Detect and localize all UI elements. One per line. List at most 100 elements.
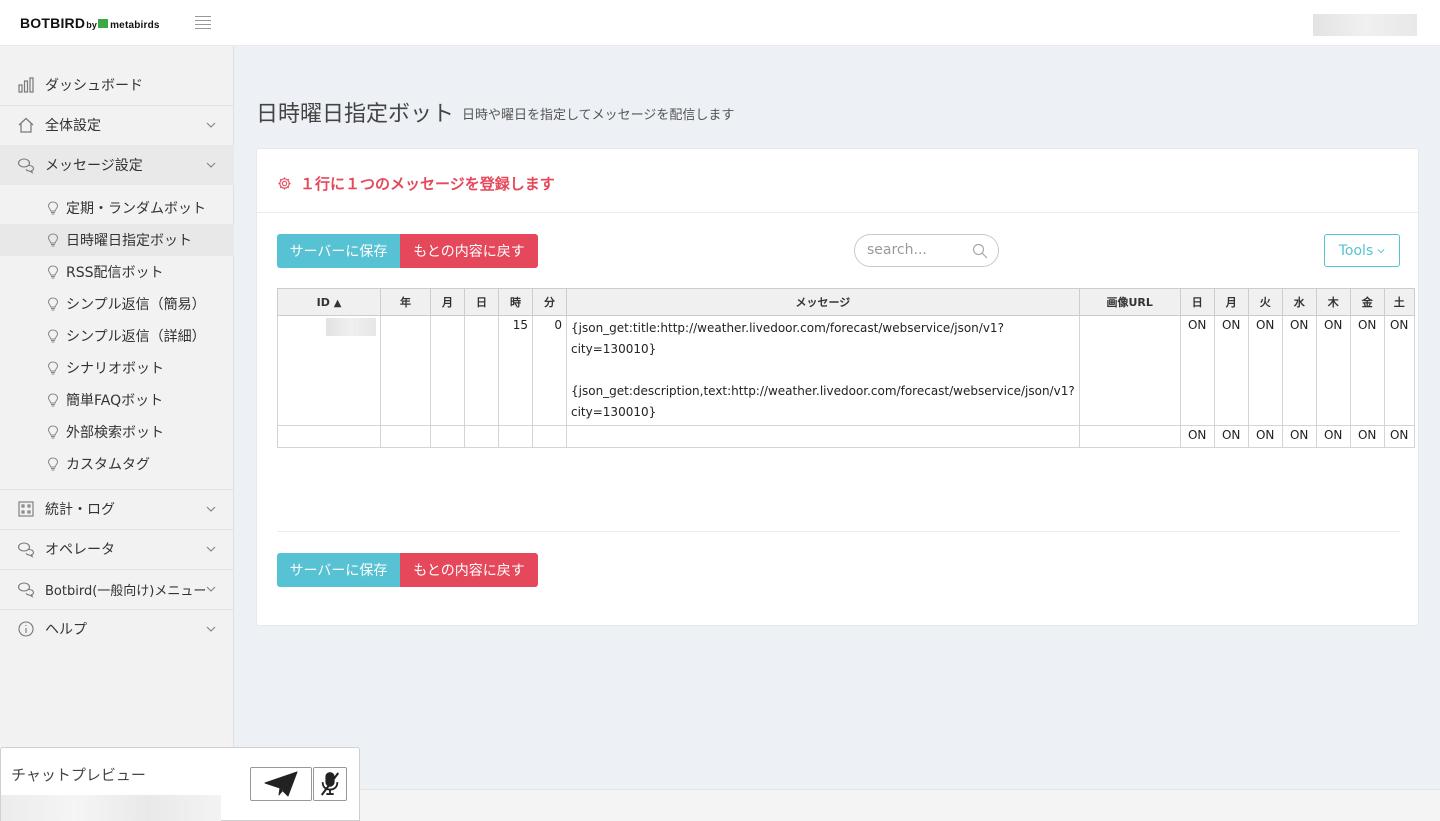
home-icon: [18, 117, 34, 133]
cell-message[interactable]: [566, 425, 1080, 448]
sidebar-item-stats-log[interactable]: 統計・ログ: [0, 489, 234, 529]
sidebar-subitem-label: RSS配信ボット: [66, 265, 164, 281]
chat-bubbles-icon: [17, 582, 35, 598]
menu-toggle-icon[interactable]: [195, 16, 211, 29]
cell-image-url[interactable]: [1078, 315, 1181, 426]
sidebar-subitem-simple-reply-easy[interactable]: シンプル返信（簡易）: [0, 288, 234, 320]
brand-logo[interactable]: BOTBIRD by metabirds: [20, 15, 160, 31]
column-header-sat[interactable]: 土: [1383, 288, 1415, 316]
cell-month[interactable]: [430, 425, 465, 448]
cell-mon[interactable]: ON: [1213, 315, 1249, 426]
cell-hour[interactable]: 15: [498, 315, 533, 426]
chat-preview: チャットプレビュー: [0, 747, 360, 821]
cell-thu[interactable]: ON: [1315, 315, 1351, 426]
sidebar-item-label: メッセージ設定: [45, 158, 143, 174]
revert-button[interactable]: もとの内容に戻す: [400, 234, 538, 268]
mic-off-icon: [320, 772, 340, 796]
cell-thu[interactable]: ON: [1315, 425, 1351, 448]
sidebar-subitem-external-search-bot[interactable]: 外部検索ボット: [0, 416, 234, 448]
mic-off-button[interactable]: [313, 767, 347, 801]
search-input[interactable]: [867, 242, 967, 258]
sidebar-item-dashboard[interactable]: ダッシュボード: [0, 65, 234, 105]
cell-year[interactable]: [380, 425, 431, 448]
save-to-server-button-bottom[interactable]: サーバーに保存: [277, 553, 400, 587]
column-header-day[interactable]: 日: [464, 288, 499, 316]
column-header-mon[interactable]: 月: [1213, 288, 1249, 316]
cell-tue[interactable]: ON: [1247, 425, 1283, 448]
sidebar-subitem-datetime-bot[interactable]: 日時曜日指定ボット: [0, 224, 234, 256]
sidebar-item-operator[interactable]: オペレータ: [0, 529, 234, 569]
sidebar-subitem-periodic-random-bot[interactable]: 定期・ランダムボット: [0, 192, 234, 224]
cell-sat[interactable]: ON: [1383, 425, 1415, 448]
cell-day[interactable]: [464, 425, 499, 448]
sidebar-item-botbird-menu[interactable]: Botbird(一般向け)メニュー: [0, 569, 234, 609]
cell-minute[interactable]: [532, 425, 567, 448]
chat-bubbles-icon: [17, 542, 35, 558]
cell-fri[interactable]: ON: [1349, 315, 1385, 426]
sidebar-subitem-faq-bot[interactable]: 簡単FAQボット: [0, 384, 234, 416]
column-header-tue[interactable]: 火: [1247, 288, 1283, 316]
cell-year[interactable]: [380, 315, 431, 426]
column-header-thu[interactable]: 木: [1315, 288, 1351, 316]
lightbulb-icon: [47, 457, 59, 471]
cell-id[interactable]: [277, 315, 381, 426]
column-header-image-url[interactable]: 画像URL: [1078, 288, 1181, 316]
sidebar-item-help[interactable]: ヘルプ: [0, 609, 234, 649]
sidebar-item-label: 全体設定: [45, 118, 101, 134]
chevron-down-icon: [206, 162, 216, 168]
sidebar-subitem-simple-reply-detail[interactable]: シンプル返信（詳細）: [0, 320, 234, 352]
sidebar-subitem-custom-tag[interactable]: カスタムタグ: [0, 448, 234, 480]
revert-button-bottom[interactable]: もとの内容に戻す: [400, 553, 538, 587]
cell-day[interactable]: [464, 315, 499, 426]
cell-wed[interactable]: ON: [1281, 425, 1317, 448]
lightbulb-icon: [47, 393, 59, 407]
sidebar-subitem-rss-bot[interactable]: RSS配信ボット: [0, 256, 234, 288]
cell-wed[interactable]: ON: [1281, 315, 1317, 426]
cell-sun[interactable]: ON: [1179, 315, 1215, 426]
sidebar-item-general-settings[interactable]: 全体設定: [0, 105, 234, 145]
column-header-message[interactable]: メッセージ: [566, 288, 1080, 316]
column-header-minute[interactable]: 分: [532, 288, 567, 316]
sidebar-item-message-settings[interactable]: メッセージ設定: [0, 145, 234, 185]
sidebar-subitem-label: シンプル返信（簡易）: [66, 297, 206, 313]
chat-bubbles-icon: [17, 158, 35, 174]
tools-dropdown-button[interactable]: Tools: [1324, 234, 1400, 267]
cell-tue[interactable]: ON: [1247, 315, 1283, 426]
cell-id[interactable]: [277, 425, 381, 448]
search-icon[interactable]: [972, 243, 988, 259]
lightbulb-icon: [47, 297, 59, 311]
sidebar-subitem-scenario-bot[interactable]: シナリオボット: [0, 352, 234, 384]
cell-image-url[interactable]: [1078, 425, 1181, 448]
brand-by: by: [86, 20, 98, 30]
save-to-server-button[interactable]: サーバーに保存: [277, 234, 400, 268]
table-header-row: ID ▲ 年 月 日 時 分 メッセージ 画像URL 日 月 火 水 木 金 土: [277, 288, 1415, 316]
chevron-down-icon: [206, 546, 216, 552]
sidebar-subitem-label: 外部検索ボット: [66, 425, 164, 441]
sidebar-subitem-label: カスタムタグ: [66, 457, 150, 473]
brand-name: BOTBIRD: [20, 15, 86, 31]
column-header-wed[interactable]: 水: [1281, 288, 1317, 316]
cell-month[interactable]: [430, 315, 465, 426]
cell-mon[interactable]: ON: [1213, 425, 1249, 448]
cell-message[interactable]: {json_get:title:http://weather.livedoor.…: [566, 315, 1080, 426]
tools-label: Tools: [1338, 242, 1374, 259]
redacted-text: [1, 795, 221, 821]
sidebar-subitem-label: 定期・ランダムボット: [66, 201, 206, 217]
footer: [234, 789, 1440, 821]
cell-sat[interactable]: ON: [1383, 315, 1415, 426]
user-menu[interactable]: [1313, 14, 1417, 36]
sidebar-item-label: ダッシュボード: [45, 78, 143, 94]
cell-minute[interactable]: 0: [532, 315, 567, 426]
column-header-fri[interactable]: 金: [1349, 288, 1385, 316]
sidebar: ダッシュボード 全体設定 メッセージ設定 定期・ランダムボット 日時曜日指定ボッ…: [0, 46, 234, 821]
cell-fri[interactable]: ON: [1349, 425, 1385, 448]
column-header-hour[interactable]: 時: [498, 288, 533, 316]
send-button[interactable]: [250, 767, 312, 801]
column-header-month[interactable]: 月: [430, 288, 465, 316]
column-header-id[interactable]: ID ▲: [277, 288, 381, 316]
column-header-sun[interactable]: 日: [1179, 288, 1215, 316]
sidebar-subitem-label: シナリオボット: [66, 361, 164, 377]
column-header-year[interactable]: 年: [380, 288, 431, 316]
cell-hour[interactable]: [498, 425, 533, 448]
cell-sun[interactable]: ON: [1179, 425, 1215, 448]
